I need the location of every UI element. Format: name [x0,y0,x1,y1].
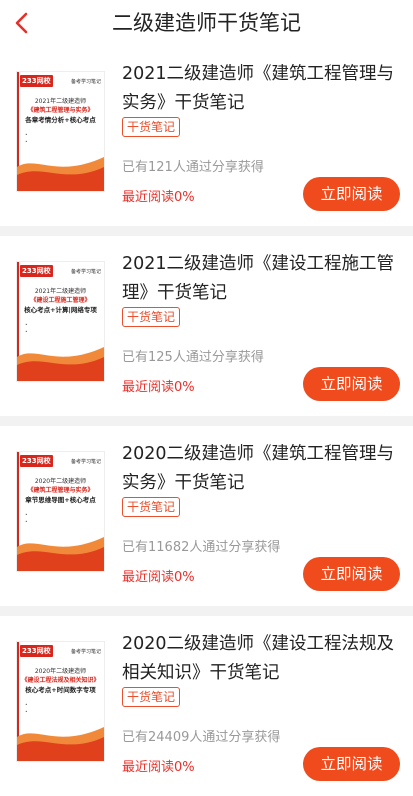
cover-line: 《建设工程法规及相关知识》 [21,677,100,684]
cover-line: 核心考点+计算|网络专项 [24,306,97,314]
cover-line: 2021年二级建造师 [34,98,87,105]
share-count: 已有121人通过分享获得 [122,160,264,175]
brand-logo: 233网校 [20,265,53,277]
book-card[interactable]: 233网校 备考学习笔记 2021年二级建造师 《建筑工程管理与实务》 各章考情… [0,46,413,226]
cover-top: 233网校 备考学习笔记 [17,72,104,90]
cover-series: 备考学习笔记 [70,268,101,275]
app-header: 二级建造师干货笔记 [0,0,413,46]
cover-series: 备考学习笔记 [70,648,101,655]
cover-bullets: • • [25,703,28,715]
read-now-button[interactable]: 立即阅读 [303,367,400,401]
brand-logo: 233网校 [20,645,53,657]
cover-line: 核心考点+时间数字专项 [25,686,96,694]
cover-line: 《建筑工程管理与实务》 [27,487,94,494]
cover-wave-graphic [17,727,104,761]
book-card[interactable]: 233网校 备考学习笔记 2020年二级建造师 《建设工程法规及相关知识》 核心… [0,616,413,796]
book-cover[interactable]: 233网校 备考学习笔记 2020年二级建造师 《建筑工程管理与实务》 章节思维… [16,451,105,572]
cover-line: 各章考情分析+核心考点 [25,116,96,124]
book-card[interactable]: 233网校 备考学习笔记 2020年二级建造师 《建筑工程管理与实务》 章节思维… [0,426,413,606]
cover-wave-graphic [17,157,104,191]
cover-top: 233网校 备考学习笔记 [17,262,104,280]
cover-bullets: • • [25,323,28,335]
recent-progress: 最近阅读0% [122,380,195,395]
cover-wave-graphic [17,347,104,381]
book-card[interactable]: 233网校 备考学习笔记 2021年二级建造师 《建设工程施工管理》 核心考点+… [0,236,413,416]
brand-logo: 233网校 [20,455,53,467]
cover-series: 备考学习笔记 [70,78,101,85]
book-cover[interactable]: 233网校 备考学习笔记 2021年二级建造师 《建设工程施工管理》 核心考点+… [16,261,105,382]
cover-line: 2021年二级建造师 [34,288,87,295]
page-title: 二级建造师干货笔记 [112,11,301,35]
recent-progress: 最近阅读0% [122,570,195,585]
cover-line: 《建设工程施工管理》 [30,297,91,304]
cover-bullets: • • [25,133,28,145]
read-now-button[interactable]: 立即阅读 [303,177,400,211]
cover-line: 章节思维导图+核心考点 [25,496,96,504]
cover-bullets: • • [25,513,28,525]
cover-top: 233网校 备考学习笔记 [17,452,104,470]
cover-line: 《建筑工程管理与实务》 [27,107,94,114]
share-count: 已有11682人通过分享获得 [122,540,281,555]
cover-top: 233网校 备考学习笔记 [17,642,104,660]
book-tag: 干货笔记 [122,117,181,137]
book-tag: 干货笔记 [122,687,181,707]
book-tag: 干货笔记 [122,497,181,517]
recent-progress: 最近阅读0% [122,190,195,205]
read-now-button[interactable]: 立即阅读 [303,747,400,781]
cover-series: 备考学习笔记 [70,458,101,465]
share-count: 已有24409人通过分享获得 [122,730,281,745]
brand-logo: 233网校 [20,75,53,87]
cover-wave-graphic [17,537,104,571]
book-title[interactable]: 2021二级建造师《建设工程施工管理》干货笔记 [122,250,398,308]
share-count: 已有125人通过分享获得 [122,350,264,365]
read-now-button[interactable]: 立即阅读 [303,557,400,591]
cover-line: 2020年二级建造师 [34,668,87,675]
book-cover[interactable]: 233网校 备考学习笔记 2021年二级建造师 《建筑工程管理与实务》 各章考情… [16,71,105,192]
cover-line: 2020年二级建造师 [34,478,87,485]
recent-progress: 最近阅读0% [122,760,195,775]
book-title[interactable]: 2020二级建造师《建设工程法规及相关知识》干货笔记 [122,630,398,688]
book-cover[interactable]: 233网校 备考学习笔记 2020年二级建造师 《建设工程法规及相关知识》 核心… [16,641,105,762]
book-tag: 干货笔记 [122,307,181,327]
book-title[interactable]: 2020二级建造师《建筑工程管理与实务》干货笔记 [122,440,398,498]
book-title[interactable]: 2021二级建造师《建筑工程管理与实务》干货笔记 [122,60,398,118]
